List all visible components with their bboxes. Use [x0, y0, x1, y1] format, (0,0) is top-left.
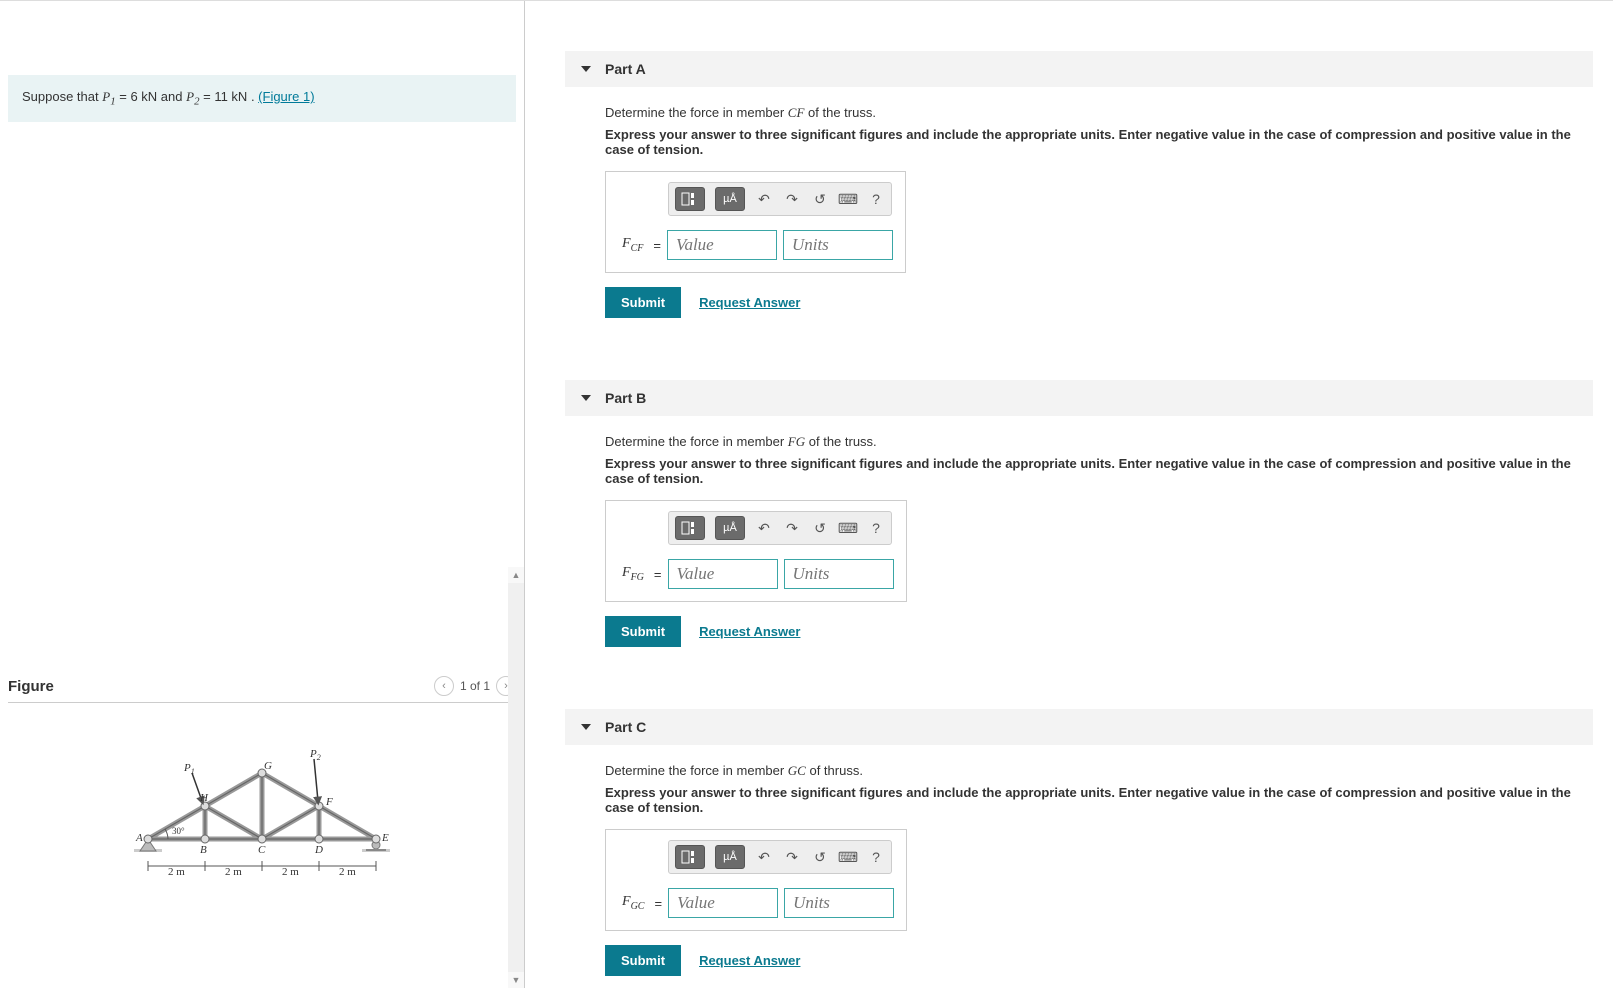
svg-text:2 m: 2 m [225, 866, 242, 878]
equals-sign: = [653, 238, 661, 253]
svg-text:B: B [200, 844, 207, 856]
svg-text:P2: P2 [309, 748, 321, 762]
redo-icon[interactable]: ↷ [783, 519, 801, 537]
reset-icon[interactable]: ↺ [811, 519, 829, 537]
svg-text:A: A [135, 832, 143, 844]
undo-icon[interactable]: ↶ [755, 190, 773, 208]
part-c-block: Part C Determine the force in member GC … [525, 709, 1613, 988]
keyboard-icon[interactable]: ⌨ [839, 190, 857, 208]
p1-value: = 6 kN [119, 89, 157, 104]
svg-text:2 m: 2 m [282, 866, 299, 878]
collapse-icon [581, 724, 591, 730]
part-a-title: Part A [605, 61, 646, 77]
svg-text:C: C [258, 844, 266, 856]
and-text: and [161, 89, 186, 104]
part-c-value-input[interactable] [668, 888, 778, 918]
part-c-variable: FGC [618, 894, 648, 912]
problem-statement: Suppose that P1 = 6 kN and P2 = 11 kN . … [8, 75, 516, 122]
problem-prefix: Suppose that [22, 89, 102, 104]
svg-text:D: D [314, 844, 323, 856]
svg-text:E: E [381, 832, 389, 844]
collapse-icon [581, 66, 591, 72]
answer-toolbar: µÅ ↶ ↷ ↺ ⌨ ? [668, 511, 892, 545]
reset-icon[interactable]: ↺ [811, 848, 829, 866]
symbols-button[interactable]: µÅ [715, 845, 745, 869]
part-c-title: Part C [605, 719, 646, 735]
svg-text:30°: 30° [172, 826, 185, 836]
part-a-header[interactable]: Part A [565, 51, 1593, 87]
figure-counter: 1 of 1 [460, 679, 490, 693]
figure-scrollbar[interactable]: ▲ ▼ [508, 567, 524, 988]
symbols-button[interactable]: µÅ [715, 516, 745, 540]
keyboard-icon[interactable]: ⌨ [839, 519, 857, 537]
part-b-title: Part B [605, 390, 646, 406]
help-icon[interactable]: ? [867, 519, 885, 537]
part-b-request-answer-link[interactable]: Request Answer [699, 624, 800, 639]
svg-text:2 m: 2 m [339, 866, 356, 878]
svg-text:G: G [264, 760, 272, 772]
keyboard-icon[interactable]: ⌨ [839, 848, 857, 866]
part-b-value-input[interactable] [668, 559, 778, 589]
reset-icon[interactable]: ↺ [811, 190, 829, 208]
part-b-answer-box: µÅ ↶ ↷ ↺ ⌨ ? FFG = [605, 500, 907, 602]
undo-icon[interactable]: ↶ [755, 519, 773, 537]
part-b-prompt: Determine the force in member FG of the … [605, 434, 1593, 450]
part-a-submit-button[interactable]: Submit [605, 287, 681, 318]
part-b-instructions: Express your answer to three significant… [605, 456, 1593, 486]
template-button[interactable] [675, 516, 705, 540]
part-a-value-input[interactable] [667, 230, 777, 260]
figure-prev-button[interactable]: ‹ [434, 676, 454, 696]
template-button[interactable] [675, 845, 705, 869]
help-icon[interactable]: ? [867, 190, 885, 208]
help-icon[interactable]: ? [867, 848, 885, 866]
part-a-block: Part A Determine the force in member CF … [525, 51, 1613, 330]
part-c-submit-button[interactable]: Submit [605, 945, 681, 976]
part-b-block: Part B Determine the force in member FG … [525, 380, 1613, 659]
p2-variable: P2 [186, 89, 199, 104]
part-b-header[interactable]: Part B [565, 380, 1593, 416]
part-c-header[interactable]: Part C [565, 709, 1593, 745]
part-a-request-answer-link[interactable]: Request Answer [699, 295, 800, 310]
truss-diagram: P1 P2 G H F A B C D E 30° 2 m 2 m 2 m [122, 743, 402, 893]
figure-title: Figure [8, 678, 54, 695]
part-a-answer-box: µÅ ↶ ↷ ↺ ⌨ ? FCF = [605, 171, 906, 273]
part-a-instructions: Express your answer to three significant… [605, 127, 1593, 157]
part-c-instructions: Express your answer to three significant… [605, 785, 1593, 815]
undo-icon[interactable]: ↶ [755, 848, 773, 866]
equals-sign: = [654, 896, 662, 911]
svg-text:2 m: 2 m [168, 866, 185, 878]
answer-toolbar: µÅ ↶ ↷ ↺ ⌨ ? [668, 840, 892, 874]
equals-sign: = [654, 567, 662, 582]
svg-text:H: H [199, 792, 209, 804]
part-b-units-input[interactable] [784, 559, 894, 589]
part-a-prompt: Determine the force in member CF of the … [605, 105, 1593, 121]
redo-icon[interactable]: ↷ [783, 848, 801, 866]
scroll-down-icon[interactable]: ▼ [508, 972, 524, 988]
part-b-variable: FFG [618, 565, 648, 583]
part-c-request-answer-link[interactable]: Request Answer [699, 953, 800, 968]
part-c-units-input[interactable] [784, 888, 894, 918]
symbols-button[interactable]: µÅ [715, 187, 745, 211]
template-button[interactable] [675, 187, 705, 211]
part-c-answer-box: µÅ ↶ ↷ ↺ ⌨ ? FGC = [605, 829, 907, 931]
p2-value: = 11 kN [203, 89, 247, 104]
part-a-units-input[interactable] [783, 230, 893, 260]
p1-variable: P1 [102, 89, 115, 104]
svg-text:P1: P1 [183, 762, 195, 776]
answer-toolbar: µÅ ↶ ↷ ↺ ⌨ ? [668, 182, 892, 216]
part-a-variable: FCF [618, 236, 647, 254]
figure-link[interactable]: (Figure 1) [258, 89, 314, 104]
part-c-prompt: Determine the force in member GC of thru… [605, 763, 1593, 779]
figure-section: Figure ‹ 1 of 1 › [8, 670, 516, 893]
scroll-up-icon[interactable]: ▲ [508, 567, 524, 583]
collapse-icon [581, 395, 591, 401]
part-b-submit-button[interactable]: Submit [605, 616, 681, 647]
redo-icon[interactable]: ↷ [783, 190, 801, 208]
svg-text:F: F [325, 796, 333, 808]
